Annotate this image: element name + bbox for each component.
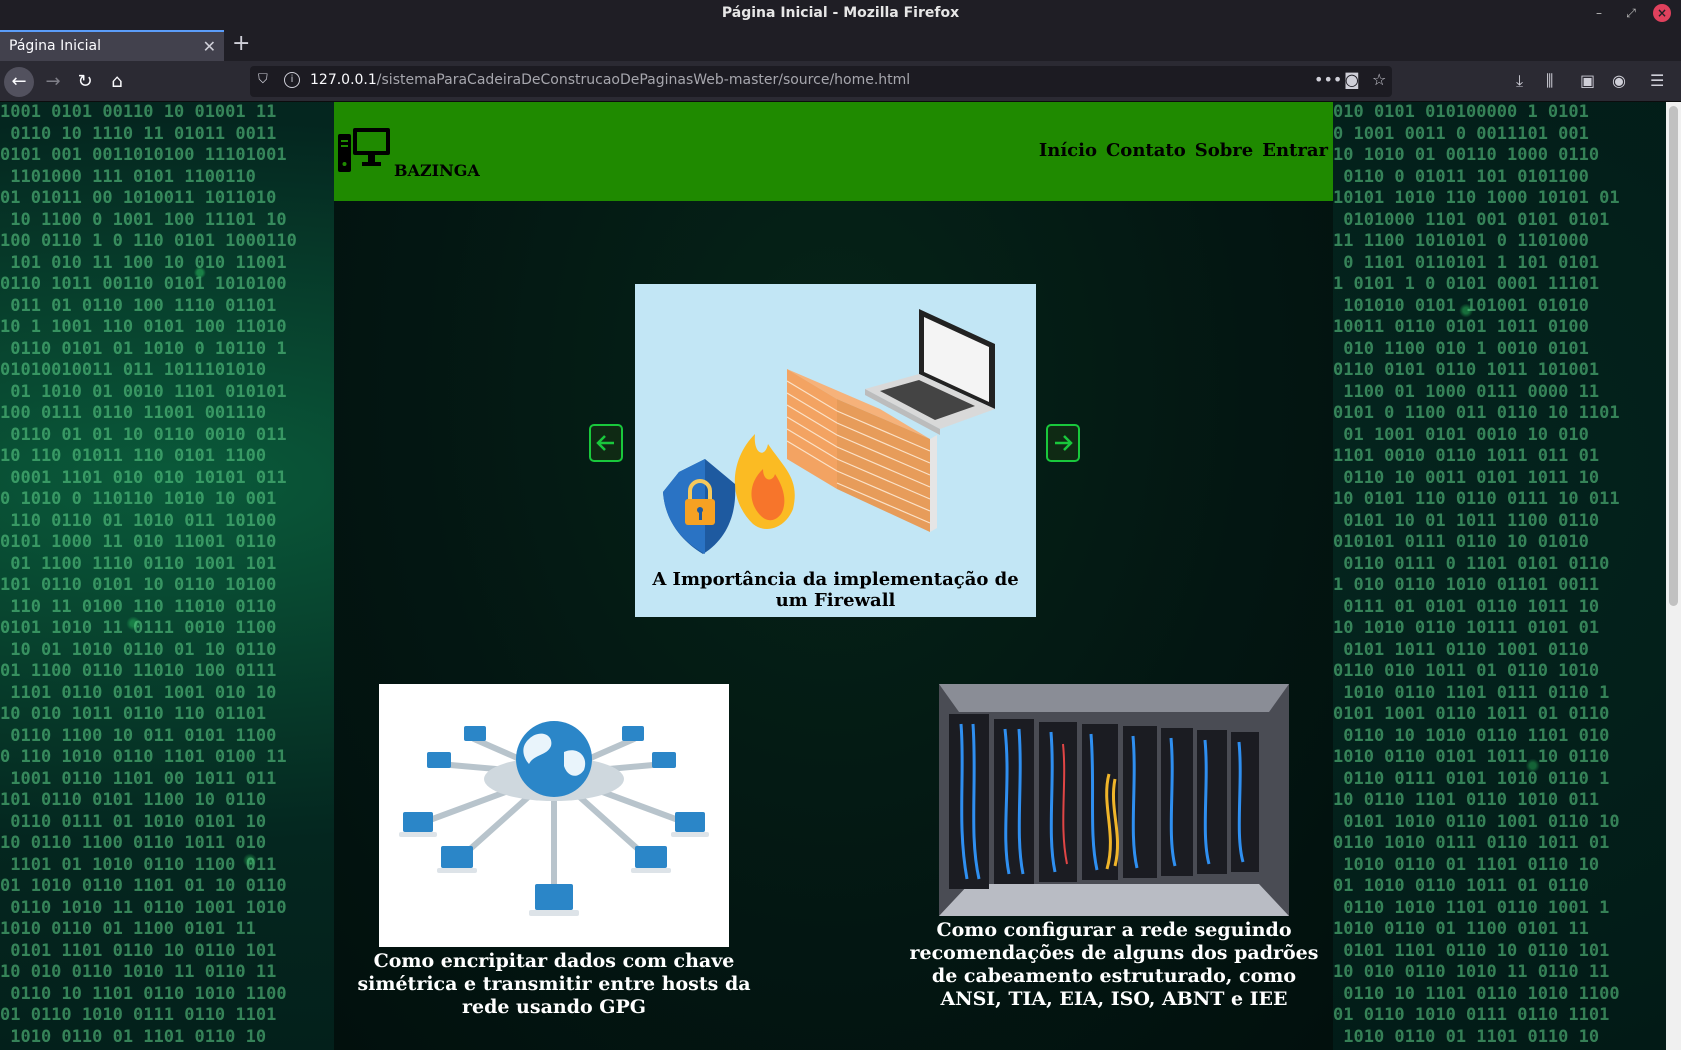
window-titlebar: Página Inicial - Mozilla Firefox – ⤢ × (0, 0, 1681, 27)
tab-bar: Página Inicial ✕ + (0, 27, 1681, 61)
main-nav: Início Contato Sobre Entrar (1039, 140, 1328, 161)
carousel-slide[interactable]: A Importância da implementação de um Fir… (635, 284, 1036, 617)
nav-link-inicio[interactable]: Início (1039, 140, 1097, 161)
menu-icon[interactable]: ☰ (1650, 71, 1664, 90)
url-path: /sistemaParaCadeiraDeConstrucaoDePaginas… (376, 72, 911, 88)
minimize-icon[interactable]: – (1590, 4, 1608, 22)
nav-link-sobre[interactable]: Sobre (1195, 140, 1254, 161)
computer-logo-icon[interactable] (338, 126, 390, 174)
url-bar[interactable]: ⛉ i 127.0.0.1/sistemaParaCadeiraDeConstr… (250, 66, 1392, 97)
reload-icon[interactable]: ↻ (70, 67, 100, 97)
card-title-encryption[interactable]: Como encripitar dados com chave simétric… (354, 950, 754, 1019)
server-room-image[interactable] (939, 684, 1289, 916)
pocket-icon[interactable]: ◙ (1344, 70, 1360, 89)
tab-title: Página Inicial (9, 38, 102, 54)
card-title-network-cabling[interactable]: Como configurar a rede seguindo recomend… (909, 919, 1319, 1011)
carousel-caption[interactable]: A Importância da implementação de um Fir… (635, 569, 1036, 611)
arrow-left-icon (596, 435, 614, 451)
tab-close-icon[interactable]: ✕ (203, 37, 216, 56)
page-actions-icon[interactable]: ••• (1314, 70, 1342, 89)
navigation-toolbar: ← → ↻ ⌂ ⛉ i 127.0.0.1/sistemaParaCadeira… (0, 61, 1681, 102)
nav-link-contato[interactable]: Contato (1106, 140, 1186, 161)
close-window-icon[interactable]: × (1653, 4, 1671, 22)
page-scrollbar[interactable] (1666, 102, 1681, 1050)
bookmark-star-icon[interactable]: ☆ (1372, 70, 1386, 89)
url-text[interactable]: 127.0.0.1/sistemaParaCadeiraDeConstrucao… (310, 72, 910, 88)
network-globe-illustration (399, 721, 709, 916)
new-tab-icon[interactable]: + (232, 31, 250, 56)
firewall-illustration (663, 309, 995, 554)
home-icon[interactable]: ⌂ (102, 67, 132, 97)
tracking-shield-icon[interactable]: ⛉ (258, 72, 272, 90)
carousel-next-button[interactable] (1046, 424, 1080, 462)
matrix-background-right: 010 0101 010100000 1 0101 0 1001 0011 0 … (1333, 102, 1620, 1047)
library-icon[interactable]: ⫼ (1546, 71, 1553, 91)
site-info-icon[interactable]: i (284, 72, 300, 88)
brand-name[interactable]: BAZINGA (394, 161, 480, 180)
forward-icon[interactable]: → (38, 67, 68, 97)
sidebar-icon[interactable]: ▣ (1580, 71, 1595, 90)
nav-link-entrar[interactable]: Entrar (1262, 140, 1328, 161)
arrow-right-icon (1055, 435, 1073, 451)
tab-active[interactable]: Página Inicial ✕ (0, 30, 224, 61)
scrollbar-thumb[interactable] (1669, 106, 1678, 606)
encryption-network-image[interactable] (379, 684, 729, 947)
site-header: BAZINGA Início Contato Sobre Entrar (334, 102, 1333, 201)
url-host: 127.0.0.1 (310, 72, 377, 88)
site-container: BAZINGA Início Contato Sobre Entrar A Im… (334, 102, 1333, 1050)
back-icon[interactable]: ← (4, 67, 34, 97)
downloads-icon[interactable]: ⤓ (1516, 71, 1523, 91)
account-icon[interactable]: ◉ (1612, 71, 1626, 90)
window-title: Página Inicial - Mozilla Firefox (721, 5, 960, 21)
page-viewport: 1001 0101 00110 10 01001 11 0110 10 1110… (0, 102, 1666, 1050)
server-racks-illustration (939, 684, 1289, 916)
maximize-icon[interactable]: ⤢ (1622, 4, 1640, 22)
matrix-background-left: 1001 0101 00110 10 01001 11 0110 10 1110… (0, 102, 297, 1047)
carousel-prev-button[interactable] (589, 424, 623, 462)
